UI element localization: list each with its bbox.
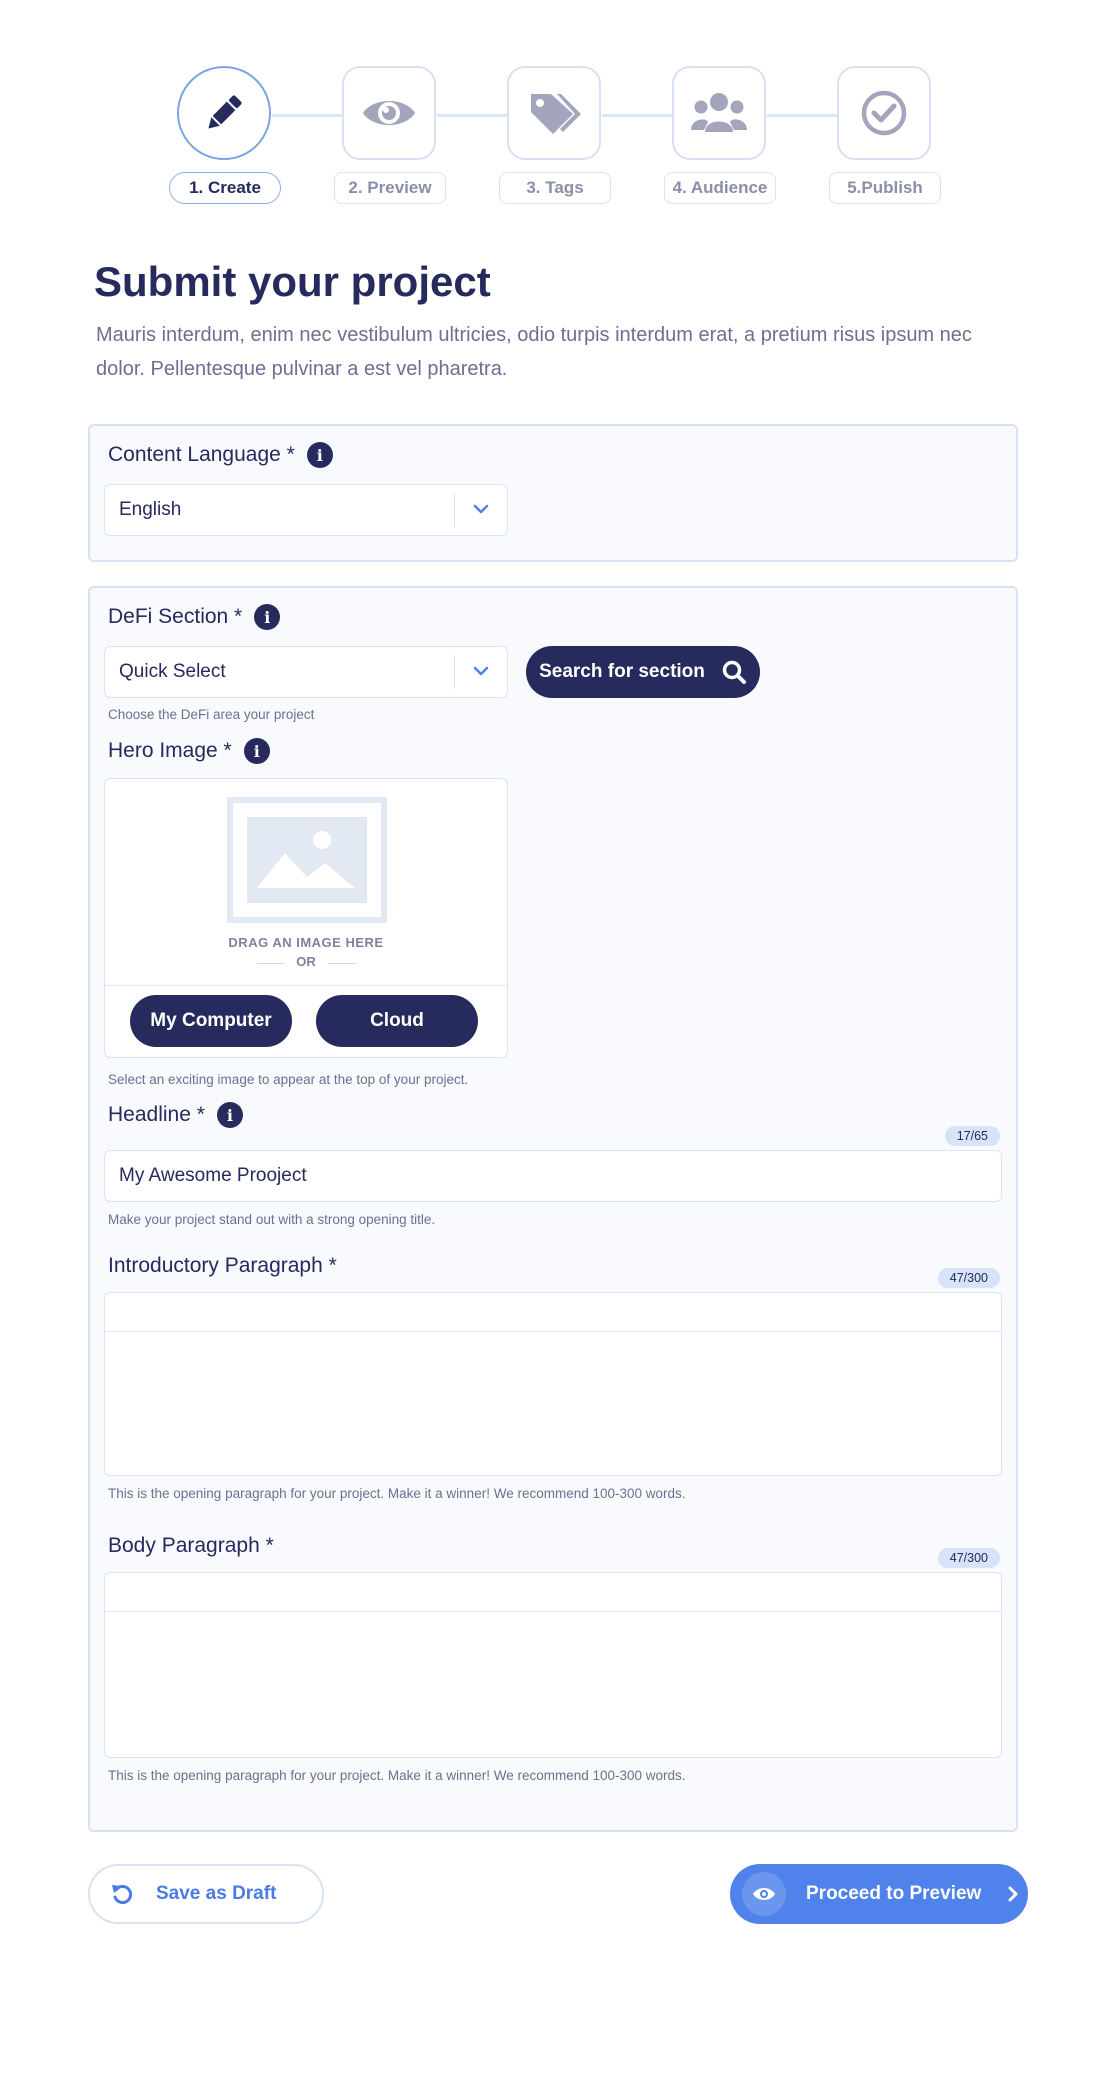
- chevron-right-icon: [1008, 1886, 1018, 1902]
- chevron-down-icon[interactable]: [471, 499, 491, 519]
- select-divider: [454, 655, 455, 689]
- step-label[interactable]: 4. Audience: [664, 172, 776, 204]
- hero-hint: Select an exciting image to appear at th…: [108, 1072, 469, 1087]
- page-description: Mauris interdum, enim nec vestibulum ult…: [96, 324, 972, 380]
- language-panel: Content Language * i English: [88, 424, 1018, 562]
- pencil-icon: [208, 95, 242, 129]
- dropzone-separator: [105, 985, 507, 986]
- or-divider-line: [328, 963, 356, 964]
- tags-icon: [531, 94, 581, 134]
- proceed-to-preview-button[interactable]: Proceed to Preview: [730, 1864, 1028, 1924]
- users-icon: [691, 93, 747, 132]
- language-label-row: Content Language * i: [108, 442, 333, 468]
- step-label[interactable]: 1. Create: [169, 172, 281, 204]
- cloud-label: Cloud: [370, 1010, 424, 1031]
- eye-icon: [363, 101, 415, 125]
- step-audience[interactable]: 4. Audience: [664, 66, 776, 204]
- eye-icon: [753, 1888, 775, 1900]
- undo-icon: [112, 1885, 133, 1904]
- hero-label-row: Hero Image * i: [108, 738, 270, 764]
- body-textarea[interactable]: [104, 1572, 1002, 1758]
- intro-hint: This is the opening paragraph for your p…: [108, 1486, 686, 1501]
- progress-stepper: 1. Create 2. Preview 3. Tags 4. Audience…: [0, 66, 1104, 216]
- defi-label: DeFi Section *: [108, 605, 243, 628]
- step-create[interactable]: 1. Create: [169, 66, 281, 204]
- step-tags-box[interactable]: [507, 66, 601, 160]
- defi-quick-select[interactable]: Quick Select: [104, 646, 508, 698]
- headline-input-value: My Awesome Prooject: [119, 1165, 307, 1186]
- cloud-button[interactable]: Cloud: [316, 995, 478, 1047]
- image-placeholder-icon: [227, 797, 387, 923]
- step-publish-box[interactable]: [837, 66, 931, 160]
- step-create-box[interactable]: [177, 66, 271, 160]
- project-form-panel: DeFi Section * i Quick Select Search for…: [88, 586, 1018, 1832]
- step-tags[interactable]: 3. Tags: [499, 66, 611, 204]
- headline-input[interactable]: My Awesome Prooject: [104, 1150, 1002, 1202]
- language-label: Content Language *: [108, 443, 295, 466]
- proceed-label: Proceed to Preview: [806, 1883, 982, 1904]
- search-section-button[interactable]: Search for section: [526, 646, 760, 698]
- defi-label-row: DeFi Section * i: [108, 604, 281, 630]
- info-icon[interactable]: i: [306, 442, 333, 468]
- headline-label: Headline *: [108, 1103, 205, 1126]
- headline-label-row: Headline * i: [108, 1102, 243, 1128]
- drag-image-text: DRAG AN IMAGE HERE: [228, 935, 384, 950]
- hero-label: Hero Image *: [108, 739, 232, 762]
- body-label-row: Body Paragraph *: [108, 1534, 274, 1558]
- headline-char-counter: 17/65: [944, 1126, 1000, 1146]
- eye-icon-badge: [742, 1872, 786, 1916]
- step-label[interactable]: 2. Preview: [334, 172, 446, 204]
- step-label[interactable]: 5.Publish: [829, 172, 941, 204]
- language-select[interactable]: English: [104, 484, 508, 536]
- page-title: Submit your project: [94, 258, 491, 305]
- editor-toolbar-divider: [105, 1331, 1001, 1332]
- save-draft-label: Save as Draft: [156, 1883, 277, 1904]
- check-circle-icon: [861, 90, 907, 136]
- info-icon[interactable]: i: [216, 1102, 243, 1128]
- step-label[interactable]: 3. Tags: [499, 172, 611, 204]
- step-preview-box[interactable]: [342, 66, 436, 160]
- info-icon[interactable]: i: [254, 604, 281, 630]
- search-section-label: Search for section: [539, 661, 705, 682]
- body-label: Body Paragraph *: [108, 1534, 274, 1557]
- intro-char-counter: 47/300: [937, 1268, 1000, 1288]
- select-divider: [454, 493, 455, 527]
- defi-select-value: Quick Select: [119, 661, 226, 682]
- headline-hint: Make your project stand out with a stron…: [108, 1212, 436, 1227]
- body-char-counter: 47/300: [937, 1548, 1000, 1568]
- intro-label-row: Introductory Paragraph *: [108, 1254, 337, 1278]
- editor-toolbar-divider: [105, 1611, 1001, 1612]
- step-audience-box[interactable]: [672, 66, 766, 160]
- image-dropzone[interactable]: DRAG AN IMAGE HERE OR My Computer Cloud: [104, 778, 508, 1058]
- defi-hint: Choose the DeFi area your project: [108, 707, 315, 722]
- body-hint: This is the opening paragraph for your p…: [108, 1768, 686, 1783]
- step-preview[interactable]: 2. Preview: [334, 66, 446, 204]
- intro-label: Introductory Paragraph *: [108, 1254, 337, 1277]
- step-publish[interactable]: 5.Publish: [829, 66, 941, 204]
- info-icon[interactable]: i: [243, 738, 270, 764]
- language-select-value: English: [119, 499, 182, 520]
- chevron-down-icon[interactable]: [471, 661, 491, 681]
- save-draft-button[interactable]: Save as Draft: [88, 1864, 324, 1924]
- search-icon: [722, 660, 746, 684]
- or-text: OR: [296, 954, 316, 969]
- my-computer-label: My Computer: [150, 1010, 272, 1031]
- intro-textarea[interactable]: [104, 1292, 1002, 1476]
- my-computer-button[interactable]: My Computer: [130, 995, 292, 1047]
